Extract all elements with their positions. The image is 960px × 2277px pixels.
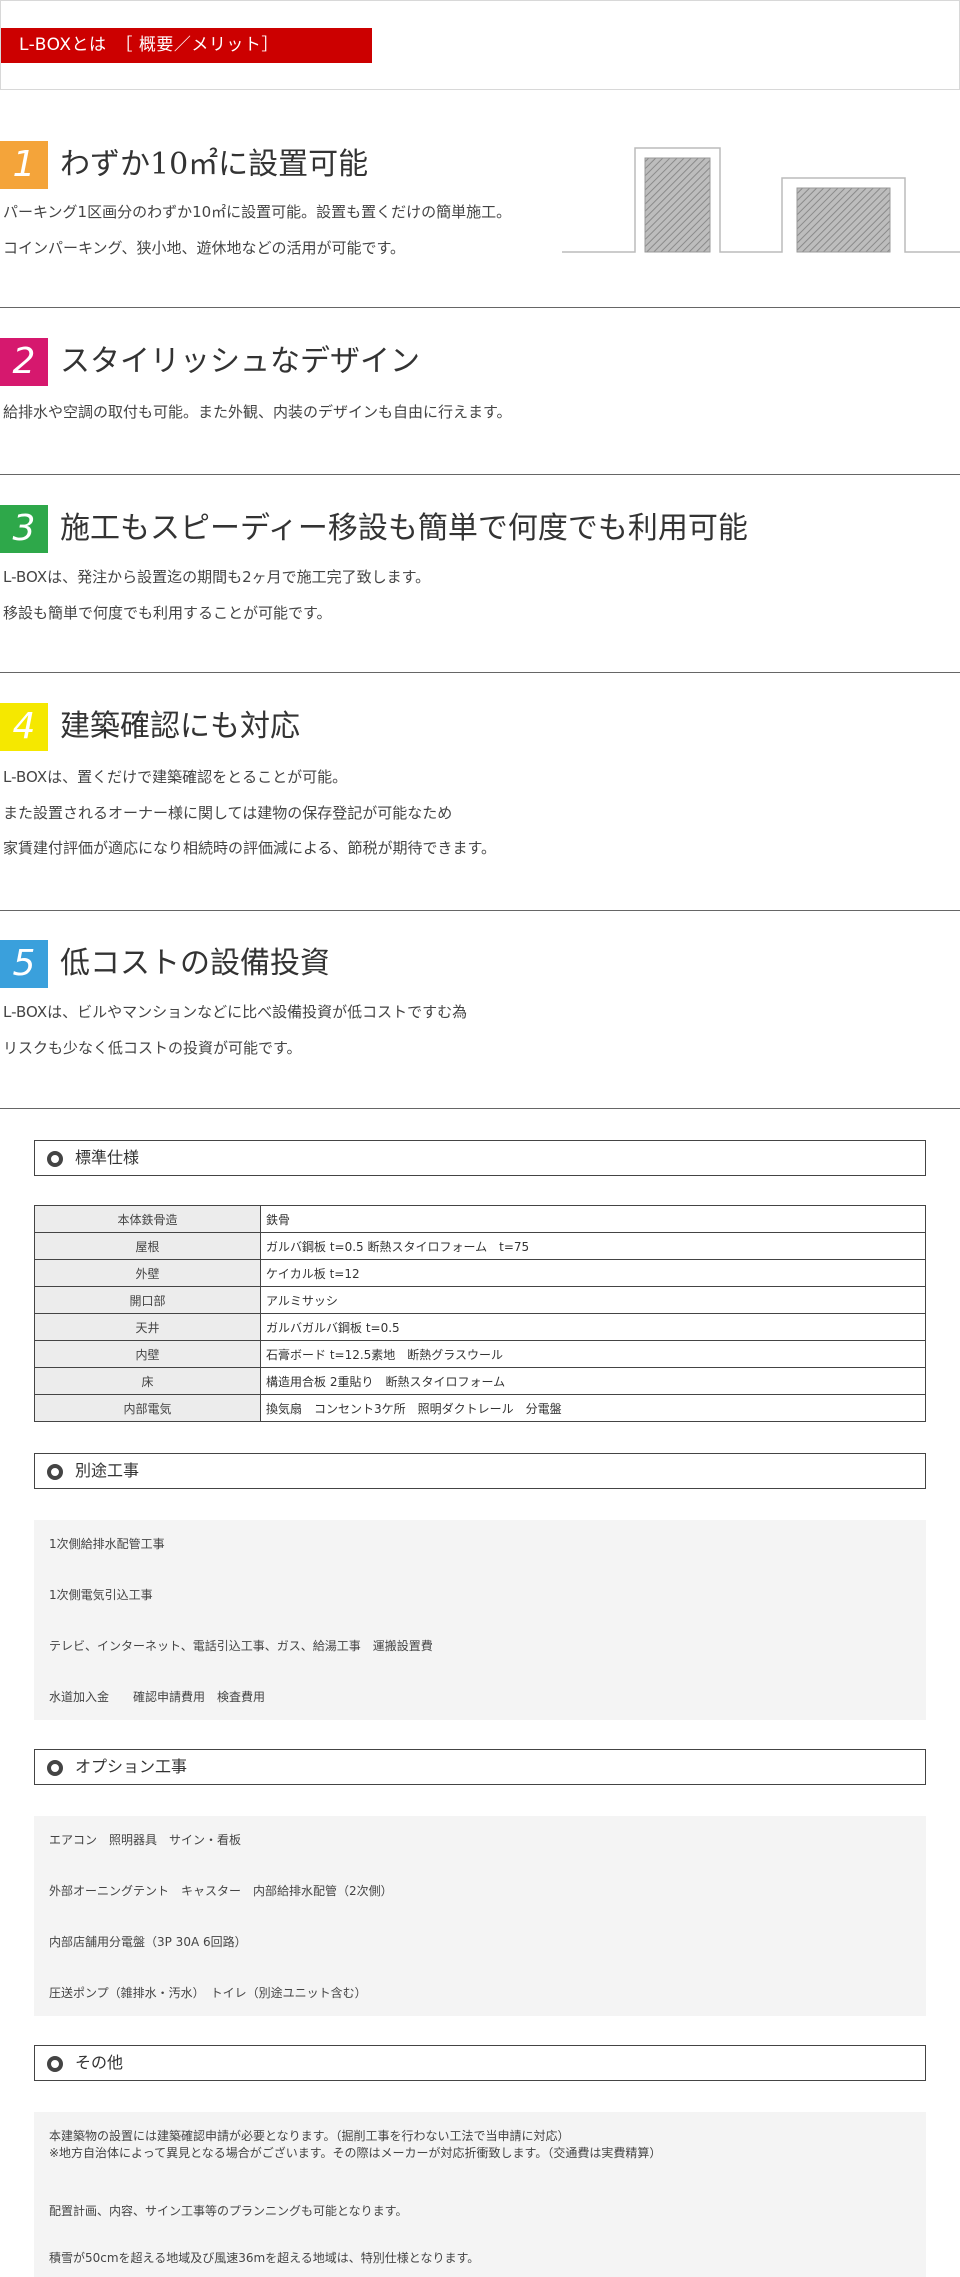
feature-text-3a: L-BOXは、発注から設置迄の期間も2ヶ月で施工完了致します。 <box>3 568 431 586</box>
spec-table: 本体鉄骨造 鉄骨 屋根 ガルバ鋼板 t=0.5 断熱スタイロフォーム t=75 外壁… <box>34 1205 926 1422</box>
feature-heading-1: わずか10㎡に設置可能 <box>60 147 369 182</box>
feature-text-5b: リスクも少なく低コストの投資が可能です。 <box>3 1039 302 1057</box>
table-row: 内部電気 換気扇 コンセント3ケ所 照明ダクトレール 分電盤 <box>34 1394 926 1422</box>
feature-text-1b: コインパーキング、狭小地、遊休地などの活用が可能です。 <box>3 239 406 257</box>
section-title-option: オプション工事 <box>34 1749 926 1785</box>
feature-text-4c: 家賃建付評価が適応になり相続時の評価減による、節税が期待できます。 <box>3 839 497 857</box>
list-item: ※地方自治体によって異見となる場合がございます。その際はメーカーが対応折衝致しま… <box>49 2146 662 2160</box>
header-frame: L-BOXとは ［ 概要／メリット］ <box>0 0 960 90</box>
list-item: 水道加入金 確認申請費用 検査費用 <box>49 1690 266 1704</box>
section-title-spec: 標準仕様 <box>34 1140 926 1176</box>
feature-heading-4: 建築確認にも対応 <box>60 709 300 744</box>
bullet-circle-icon <box>47 1760 63 1776</box>
table-row: 本体鉄骨造 鉄骨 <box>34 1205 926 1233</box>
parking-illustration <box>562 147 960 253</box>
feature-heading-3: 施工もスピーディー移設も簡単で何度でも利用可能 <box>60 511 748 546</box>
list-item: 圧送ポンプ（雑排水・汚水） トイレ（別途ユニット含む） <box>49 1986 367 2000</box>
feature-text-3b: 移設も簡単で何度でも利用することが可能です。 <box>3 604 332 622</box>
feature-heading-2: スタイリッシュなデザイン <box>60 344 420 379</box>
list-item: 1次側給排水配管工事 <box>49 1537 165 1551</box>
page-title: L-BOXとは ［ 概要／メリット］ <box>1 28 372 63</box>
table-row: 天井 ガルバガルバ鋼板 t=0.5 <box>34 1313 926 1341</box>
bullet-circle-icon <box>47 1151 63 1167</box>
divider-5 <box>0 1108 960 1109</box>
list-item: 積雪が50cmを超える地域及び風速36mを超える地域は、特別仕様となります。 <box>49 2251 480 2265</box>
option-list: エアコン 照明器具 サイン・看板 外部オーニングテント キャスター 内部給排水配… <box>34 1816 926 2016</box>
list-item: 本建築物の設置には建築確認申請が必要となります。（掘削工事を行わない工法で当申請… <box>49 2129 570 2143</box>
feature-number-4: 4 <box>0 703 48 751</box>
feature-number-5: 5 <box>0 940 48 988</box>
list-item: 内部店舗用分電盤（3P 30A 6回路） <box>49 1935 247 1949</box>
list-item: 1次側電気引込工事 <box>49 1588 153 1602</box>
feature-number-3: 3 <box>0 505 48 553</box>
divider-4 <box>0 910 960 911</box>
list-item: 外部オーニングテント キャスター 内部給排水配管（2次側） <box>49 1884 393 1898</box>
feature-number-2: 2 <box>0 338 48 386</box>
section-title-other: その他 <box>34 2045 926 2081</box>
list-item: エアコン 照明器具 サイン・看板 <box>49 1833 242 1847</box>
table-row: 屋根 ガルバ鋼板 t=0.5 断熱スタイロフォーム t=75 <box>34 1232 926 1260</box>
list-item: 配置計画、内容、サイン工事等のプランニングも可能となります。 <box>49 2204 408 2218</box>
table-row: 内壁 石膏ボード t=12.5素地 断熱グラスウール <box>34 1340 926 1368</box>
divider-3 <box>0 672 960 673</box>
separate-list: 1次側給排水配管工事 1次側電気引込工事 テレビ、インターネット、電話引込工事、… <box>34 1520 926 1720</box>
feature-number-1: 1 <box>0 141 48 189</box>
table-row: 外壁 ケイカル板 t=12 <box>34 1259 926 1287</box>
feature-heading-5: 低コストの設備投資 <box>60 946 330 981</box>
bullet-circle-icon <box>47 1464 63 1480</box>
feature-text-2a: 給排水や空調の取付も可能。また外観、内装のデザインも自由に行えます。 <box>3 403 512 421</box>
divider-2 <box>0 474 960 475</box>
table-row: 床構造用合板 2重貼り 断熱スタイロフォーム <box>34 1367 926 1395</box>
section-title-separate: 別途工事 <box>34 1453 926 1489</box>
feature-text-4b: また設置されるオーナー様に関しては建物の保存登記が可能なため <box>3 804 453 822</box>
feature-text-5a: L-BOXは、ビルやマンションなどに比べ設備投資が低コストですむ為 <box>3 1003 468 1021</box>
table-row: 開口部 アルミサッシ <box>34 1286 926 1314</box>
bullet-circle-icon <box>47 2056 63 2072</box>
feature-text-1a: パーキング1区画分のわずか10㎡に設置可能。設置も置くだけの簡単施工。 <box>3 203 512 221</box>
other-list: 本建築物の設置には建築確認申請が必要となります。（掘削工事を行わない工法で当申請… <box>34 2112 926 2277</box>
feature-text-4a: L-BOXは、置くだけで建築確認をとることが可能。 <box>3 768 348 786</box>
divider-1 <box>0 307 960 308</box>
list-item: テレビ、インターネット、電話引込工事、ガス、給湯工事 運搬設置費 <box>49 1639 433 1653</box>
